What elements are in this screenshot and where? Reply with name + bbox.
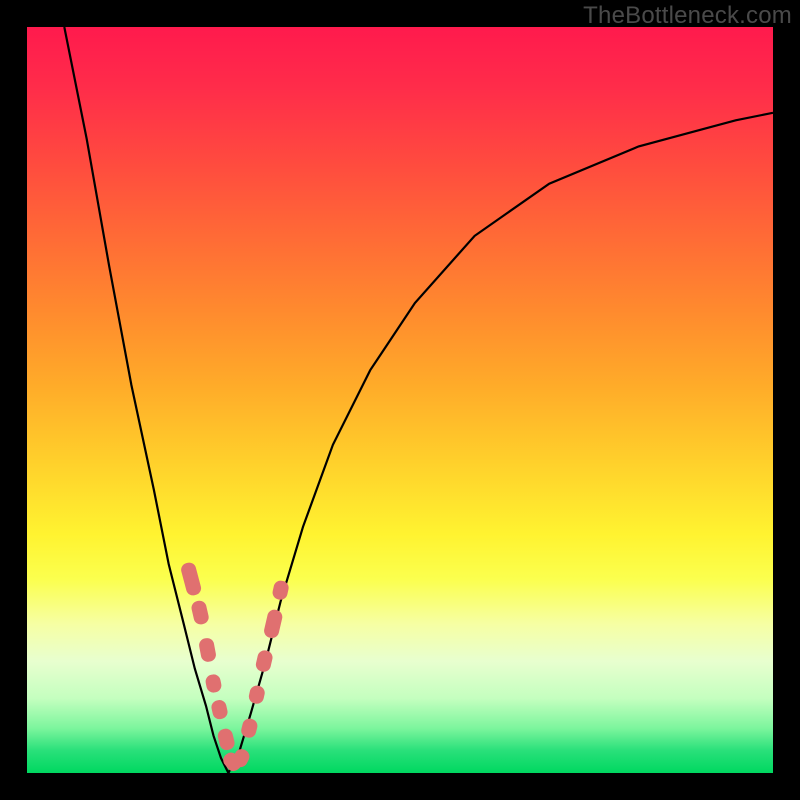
curve-marker xyxy=(216,727,236,751)
right-bottleneck-curve xyxy=(228,113,773,773)
curve-overlay xyxy=(27,27,773,773)
curve-marker xyxy=(180,561,203,597)
curve-marker xyxy=(190,599,210,625)
curve-marker xyxy=(204,673,222,694)
curve-marker xyxy=(198,637,217,663)
curve-marker xyxy=(210,699,229,721)
chart-plot-area xyxy=(27,27,773,773)
curve-marker xyxy=(240,717,259,739)
curve-marker xyxy=(248,684,267,705)
watermark-text: TheBottleneck.com xyxy=(583,2,792,30)
curve-marker xyxy=(263,608,284,639)
left-bottleneck-curve xyxy=(64,27,228,773)
marker-group xyxy=(180,561,290,773)
curve-marker xyxy=(254,649,273,673)
